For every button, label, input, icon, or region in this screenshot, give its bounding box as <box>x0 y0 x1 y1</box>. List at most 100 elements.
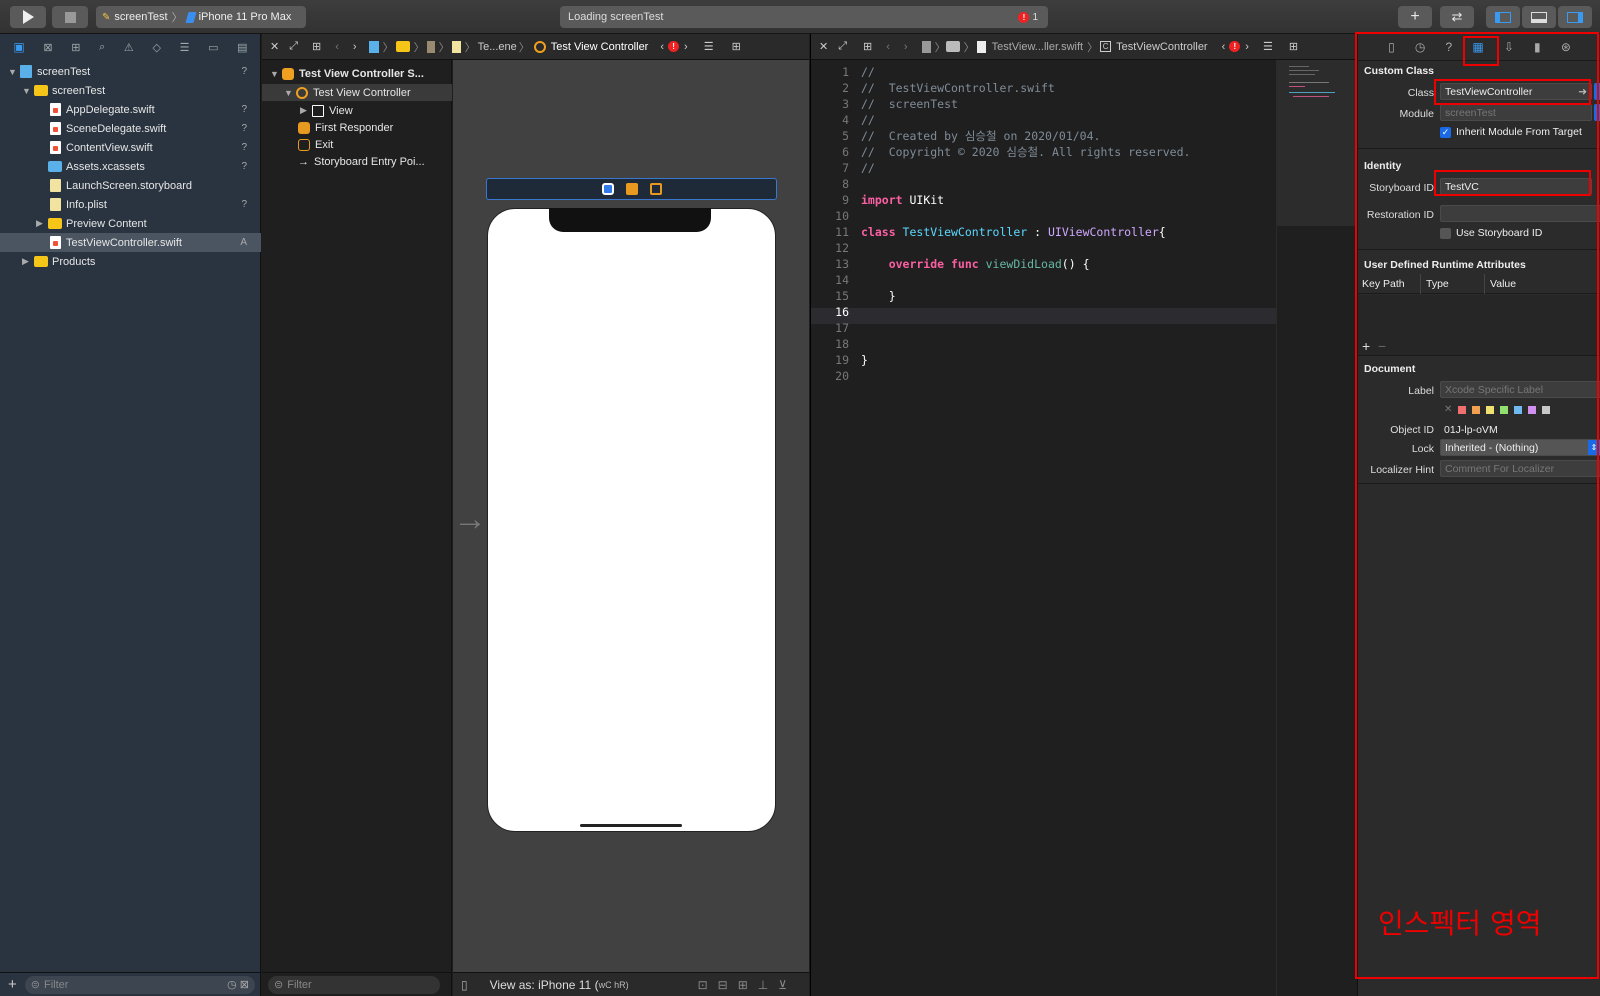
search-icon[interactable]: ⌕ <box>99 41 105 54</box>
expand-icon[interactable]: ⤢ <box>838 40 847 53</box>
outline-exit[interactable]: Exit <box>262 136 452 153</box>
breadcrumb-vc[interactable]: Test View Controller <box>551 41 649 53</box>
outline-entry-point[interactable]: → Storyboard Entry Poi... <box>262 153 452 170</box>
list-item[interactable]: ▼ screenTest <box>0 81 261 100</box>
storyboard-file-icon[interactable] <box>451 40 461 53</box>
storyboard-id-field[interactable]: TestVC <box>1440 178 1592 195</box>
forward-icon[interactable]: › <box>904 41 908 53</box>
color-swatch-red[interactable] <box>1458 405 1467 414</box>
outline-scene[interactable]: ▼ Test View Controller S... <box>262 65 452 82</box>
prev-issue-icon[interactable]: ‹ <box>1222 41 1226 53</box>
localizer-hint-field[interactable]: Comment For Localizer <box>1440 460 1600 477</box>
toggle-navigator-button[interactable] <box>1486 6 1520 28</box>
list-item[interactable]: SceneDelegate.swift ? <box>0 119 261 138</box>
project-icon[interactable] <box>921 40 931 53</box>
remove-attribute-icon[interactable]: − <box>1378 338 1386 354</box>
help-icon[interactable]: ? <box>1445 40 1452 54</box>
cube-icon[interactable] <box>625 183 638 195</box>
minimap-viewport[interactable] <box>1277 60 1357 226</box>
breakpoint-icon[interactable]: ▭ <box>208 41 218 54</box>
go-to-class-icon[interactable]: ➜ <box>1578 86 1587 98</box>
no-color-icon[interactable]: ✕ <box>1444 404 1452 415</box>
list-item[interactable]: ContentView.swift ? <box>0 138 261 157</box>
filter-input[interactable]: ⊜ Filter <box>268 975 440 994</box>
view-controller-icon[interactable] <box>601 183 614 195</box>
back-icon[interactable]: ‹ <box>886 41 890 53</box>
col-keypath[interactable]: Key Path <box>1362 278 1405 290</box>
col-type[interactable]: Type <box>1426 278 1449 290</box>
debug-icon[interactable]: ☰ <box>180 41 190 54</box>
disclosure-icon[interactable]: ▶ <box>36 218 46 229</box>
expand-icon[interactable]: ⤢ <box>289 40 298 53</box>
editor-options-icon[interactable]: ☰ <box>704 40 714 53</box>
next-issue-icon[interactable]: › <box>684 41 688 53</box>
udra-table-body[interactable] <box>1358 295 1600 355</box>
color-swatch-yellow[interactable] <box>1486 405 1495 414</box>
device-screen[interactable] <box>487 208 776 832</box>
use-storyboard-id-checkbox[interactable]: Use Storyboard ID <box>1440 227 1542 239</box>
breadcrumb-scene[interactable]: Te...ene <box>478 41 517 53</box>
outline-view[interactable]: ▶ View <box>262 102 452 119</box>
outline-toggle-icon[interactable]: ▯ <box>461 978 468 992</box>
add-icon[interactable]: + <box>8 976 17 993</box>
view-as-label[interactable]: View as: iPhone 11 ( <box>490 978 599 992</box>
list-item[interactable]: Info.plist ? <box>0 195 261 214</box>
inherit-module-checkbox[interactable]: ✓ Inherit Module From Target <box>1440 126 1582 138</box>
run-button[interactable] <box>10 6 46 28</box>
disclosure-icon[interactable]: ▼ <box>8 67 18 77</box>
color-swatch-orange[interactable] <box>1472 405 1481 414</box>
stop-button[interactable] <box>52 6 88 28</box>
close-icon[interactable]: ✕ <box>819 40 828 53</box>
folder-icon[interactable] <box>395 41 410 52</box>
disclosure-icon[interactable]: ▶ <box>22 256 32 267</box>
layout-tools-icon[interactable]: ⊡⊟⊞⊥⊻ <box>698 978 797 992</box>
prev-issue-icon[interactable]: ‹ <box>660 41 664 53</box>
folder-icon[interactable]: ▣ <box>13 40 24 54</box>
history-icon[interactable]: ◷ <box>1415 40 1425 54</box>
issue-indicator[interactable]: ! 1 <box>1018 11 1038 23</box>
list-item[interactable]: ▼ screenTest ? <box>0 62 261 81</box>
color-swatch-blue[interactable] <box>1514 405 1523 414</box>
lock-popup[interactable]: Inherited - (Nothing) ⇕ <box>1440 439 1600 456</box>
filter-input[interactable]: ⊜ Filter ◷ ⊠ <box>24 975 255 994</box>
disclosure-icon[interactable]: ▶ <box>300 105 310 116</box>
forward-icon[interactable]: › <box>353 41 357 53</box>
col-value[interactable]: Value <box>1490 278 1516 290</box>
grid-icon[interactable]: ⊞ <box>863 40 872 53</box>
toggle-debug-button[interactable] <box>1522 6 1556 28</box>
file-inspector-icon[interactable]: ▯ <box>1388 40 1395 54</box>
toggle-inspector-button[interactable] <box>1558 6 1592 28</box>
restoration-id-field[interactable] <box>1440 205 1600 222</box>
color-swatch-gray[interactable] <box>1542 405 1551 414</box>
class-field[interactable]: TestViewController ➜ <box>1440 83 1592 100</box>
list-item[interactable]: ▶ Products <box>0 252 261 271</box>
symbol-icon[interactable]: ⊞ <box>71 41 80 54</box>
size-inspector-icon[interactable]: ▮ <box>1534 40 1541 54</box>
attributes-inspector-icon[interactable]: ⇩ <box>1504 40 1514 54</box>
minimap[interactable] <box>1276 60 1357 996</box>
next-issue-icon[interactable]: › <box>1245 41 1249 53</box>
outline-vc[interactable]: ▼ Test View Controller <box>262 84 452 101</box>
disclosure-icon[interactable]: ▼ <box>284 88 294 98</box>
identity-inspector-icon[interactable]: ▦ <box>1472 40 1483 54</box>
breadcrumb-file[interactable]: TestView...ller.swift <box>992 41 1084 53</box>
test-icon[interactable]: ◇ <box>152 41 160 54</box>
error-icon[interactable]: ! <box>1229 41 1241 52</box>
editor-options-icon[interactable]: ☰ <box>1263 40 1273 53</box>
list-item-selected[interactable]: TestViewController.swift A <box>0 233 261 252</box>
recent-icon[interactable]: ◷ ⊠ <box>227 978 249 991</box>
list-item[interactable]: AppDelegate.swift ? <box>0 100 261 119</box>
project-icon[interactable] <box>368 40 379 53</box>
exit-icon[interactable] <box>649 183 662 195</box>
disclosure-icon[interactable]: ▼ <box>270 69 280 79</box>
breadcrumb-class[interactable]: TestViewController <box>1116 41 1208 53</box>
color-swatch-purple[interactable] <box>1528 405 1537 414</box>
add-attribute-icon[interactable]: + <box>1362 338 1370 354</box>
module-field[interactable]: screenTest <box>1440 104 1592 121</box>
list-item[interactable]: ▶ Preview Content <box>0 214 261 233</box>
source-control-icon[interactable]: ⊠ <box>43 41 52 54</box>
list-item[interactable]: Assets.xcassets ? <box>0 157 261 176</box>
list-item[interactable]: LaunchScreen.storyboard <box>0 176 261 195</box>
error-icon[interactable]: ! <box>668 41 680 52</box>
library-button[interactable]: + <box>1398 6 1432 28</box>
